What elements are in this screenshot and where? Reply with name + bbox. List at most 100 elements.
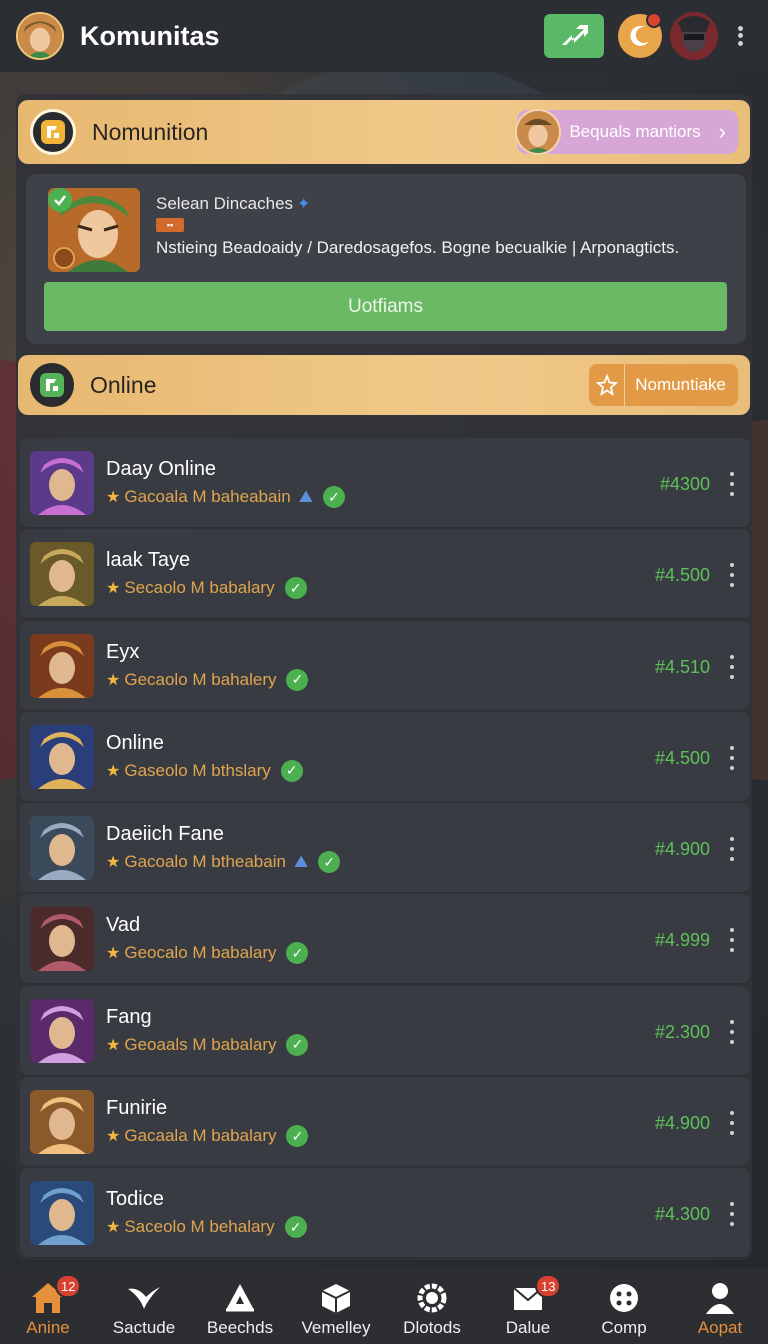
player-list: Daay Online ★ Gacoala M baheabain ⛰ ✓ #4… — [20, 438, 750, 1260]
verified-check-icon: ✓ — [286, 1125, 309, 1148]
player-subtitle: ★ Gaseolo M bthslary ✓ — [106, 759, 303, 782]
list-item[interactable]: Todice ★ Saceolo M behalary ✓ #4.300 — [20, 1168, 750, 1259]
nav-label: Aopat — [697, 1318, 743, 1337]
row-menu-icon[interactable] — [728, 837, 736, 862]
star-icon: ★ — [106, 762, 121, 780]
list-item[interactable]: Online ★ Gaseolo M bthslary ✓ #4.500 — [20, 711, 750, 802]
mentions-label: Bequals mantiors — [569, 122, 701, 141]
star-outline-icon — [589, 364, 626, 406]
list-item[interactable]: laak Taye ★ Secaolo M babalary ✓ #4.500 — [20, 529, 750, 620]
nominate-button[interactable]: Nomuntiake — [589, 364, 738, 406]
user-avatar[interactable] — [16, 12, 64, 60]
nav-item-vemelley[interactable]: Vemelley — [291, 1280, 381, 1338]
bird-icon — [124, 1280, 164, 1316]
online-section-icon — [30, 363, 74, 407]
row-menu-icon[interactable] — [728, 472, 736, 496]
section-badge-icon — [30, 109, 76, 155]
nav-item-dlotods[interactable]: Dlotods — [387, 1280, 477, 1338]
star-icon: ★ — [106, 580, 121, 598]
row-menu-icon[interactable] — [728, 928, 736, 953]
notification-button[interactable] — [618, 12, 662, 58]
row-menu-icon[interactable] — [728, 745, 736, 770]
section-title: Nomunition — [92, 118, 209, 145]
notification-dot — [646, 12, 662, 28]
player-subtitle: ★ Gacoala M baheabain ⛰ ✓ — [106, 486, 345, 508]
share-button[interactable] — [544, 14, 604, 58]
player-subtitle: ★ Geoaals M babalary ✓ — [106, 1033, 309, 1056]
player-name: Vad — [106, 914, 141, 937]
featured-name: Selean Dincaches ✦ — [156, 194, 311, 213]
list-item[interactable]: Eyx ★ Gecaolo M bahalery ✓ #4.510 — [20, 620, 750, 711]
player-avatar — [30, 1090, 94, 1155]
nav-label: Vemelley — [301, 1318, 371, 1337]
player-avatar — [30, 1181, 94, 1246]
verified-badge-icon: ✦ — [297, 196, 311, 213]
top-app-bar: Komunitas — [0, 0, 768, 72]
bottom-navigation: Anine 12 Sactude Beechds Vemelley Dlotod… — [0, 1268, 768, 1344]
profile-avatar[interactable] — [670, 12, 718, 60]
nominate-label: Nomuntiake — [635, 375, 726, 394]
nav-label: Beechds — [206, 1318, 274, 1337]
list-item[interactable]: Fang ★ Geoaals M babalary ✓ #2.300 — [20, 985, 750, 1076]
cube-icon — [316, 1280, 356, 1316]
verified-check-icon: ✓ — [284, 1216, 307, 1239]
verified-check-icon: ✓ — [318, 851, 341, 874]
nav-label: Sactude — [112, 1318, 176, 1337]
nav-item-comp[interactable]: Comp — [579, 1280, 669, 1338]
kebab-icon[interactable] — [728, 21, 752, 51]
star-icon: ★ — [106, 854, 121, 872]
camping-icon — [220, 1280, 260, 1316]
verified-check-icon: ✓ — [284, 577, 307, 600]
featured-description: Nstieing Beadoaidy / Daredosagefos. Bogn… — [156, 238, 680, 257]
row-menu-icon[interactable] — [728, 563, 736, 588]
list-item[interactable]: Funirie ★ Gacaala M babalary ✓ #4.900 — [20, 1077, 750, 1168]
section-title: Online — [90, 371, 157, 398]
row-menu-icon[interactable] — [728, 1202, 736, 1227]
player-price: #4300 — [659, 474, 710, 494]
user-icon — [700, 1280, 740, 1316]
player-price: #4.300 — [654, 1204, 710, 1225]
row-menu-icon[interactable] — [728, 1111, 736, 1136]
row-menu-icon[interactable] — [728, 1019, 736, 1044]
share-arrow-icon — [562, 25, 588, 45]
nav-item-anine[interactable]: Anine 12 — [3, 1274, 93, 1338]
player-avatar — [30, 816, 94, 881]
player-price: #4.500 — [654, 565, 710, 586]
player-name: Daay Online — [106, 458, 217, 480]
gear-ring-icon — [412, 1280, 452, 1316]
list-item[interactable]: Daeiich Fane ★ Gacoalo M btheabain ⛰ ✓ #… — [20, 803, 750, 894]
mountain-icon: ⛰ — [293, 852, 309, 872]
nav-label: Dlotods — [403, 1318, 461, 1337]
nomunition-header: Nomunition Bequals mantiors › — [18, 100, 750, 164]
verified-check-icon: ✓ — [280, 759, 303, 782]
verified-check-icon — [48, 188, 72, 212]
nav-item-beechds[interactable]: Beechds — [195, 1280, 285, 1338]
nav-item-dalue[interactable]: Dalue 13 — [483, 1274, 573, 1338]
player-subtitle: ★ Gacaala M babalary ✓ — [106, 1125, 309, 1148]
list-item[interactable]: Vad ★ Geocalo M babalary ✓ #4.999 — [20, 894, 750, 985]
player-price: #4.500 — [654, 747, 710, 768]
player-price: #4.510 — [654, 656, 710, 677]
star-icon: ★ — [106, 1036, 121, 1054]
list-item[interactable]: Daay Online ★ Gacoala M baheabain ⛰ ✓ #4… — [20, 438, 750, 528]
featured-tag: ▪▪ — [156, 218, 184, 232]
star-icon: ★ — [106, 945, 121, 963]
nav-item-aopat[interactable]: Aopat — [675, 1280, 765, 1338]
chevron-right-icon: › — [718, 119, 726, 144]
nav-item-sactude[interactable]: Sactude — [99, 1280, 189, 1338]
player-avatar — [30, 724, 94, 789]
player-price: #2.300 — [654, 1021, 710, 1042]
player-price: #4.999 — [654, 930, 710, 951]
mentions-avatar — [515, 109, 562, 155]
featured-card[interactable]: Selean Dincaches ✦ ▪▪ Nstieing Beadoaidy … — [26, 174, 746, 344]
player-name: Daeiich Fane — [106, 823, 224, 846]
mentions-button[interactable]: Bequals mantiors › — [515, 109, 738, 155]
verified-check-icon: ✓ — [286, 1033, 309, 1056]
nav-label: Comp — [601, 1318, 647, 1337]
player-name: Eyx — [106, 640, 140, 663]
dots-circle-icon — [604, 1280, 644, 1316]
star-icon: ★ — [106, 489, 121, 506]
nav-label: Dalue — [505, 1318, 551, 1337]
featured-action-button[interactable]: Uotfiams — [44, 282, 727, 331]
row-menu-icon[interactable] — [728, 654, 736, 679]
